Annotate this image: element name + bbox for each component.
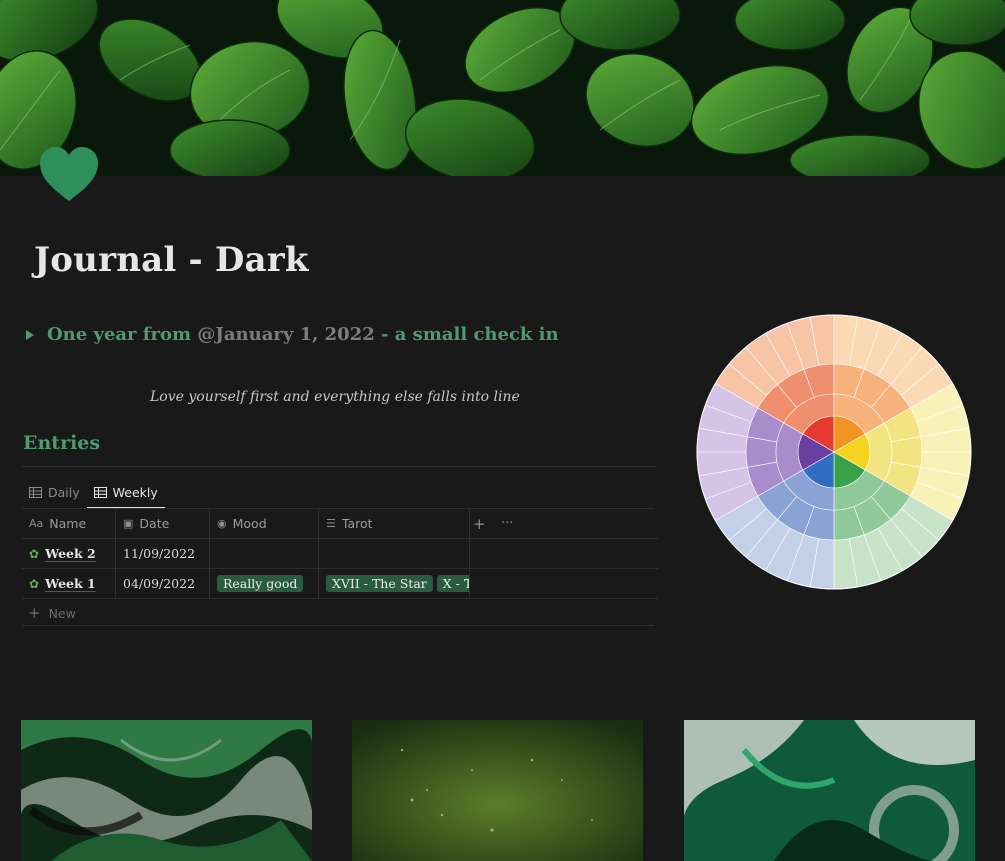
column-header-tarot[interactable]: ☰ Tarot — [318, 509, 470, 539]
row-name[interactable]: Week 1 — [45, 576, 96, 591]
more-options-button[interactable]: ··· — [501, 509, 513, 538]
column-header-name[interactable]: Aa Name — [22, 509, 116, 539]
green-marble-image[interactable] — [21, 720, 312, 861]
select-icon: ◉ — [217, 517, 227, 530]
column-date-label: Date — [139, 516, 170, 531]
tarot-tag: XVII - The Star — [326, 575, 433, 592]
column-header-date[interactable]: ▣ Date — [115, 509, 210, 539]
toggle-heading: One year from @January 1, 2022 - a small… — [47, 324, 559, 345]
page-title[interactable]: Journal - Dark — [34, 240, 309, 280]
tab-weekly-label: Weekly — [112, 484, 158, 500]
plant-icon: ✿ — [29, 577, 40, 591]
tarot-tag: X - The — [436, 575, 469, 592]
row-name-cell[interactable]: ✿ Week 2 — [22, 538, 116, 569]
entries-heading: Entries — [23, 432, 101, 454]
green-texture-image[interactable] — [352, 720, 643, 861]
new-row-label: New — [48, 605, 76, 621]
quote-text: Love yourself first and everything else … — [150, 389, 520, 405]
column-header-mood[interactable]: ◉ Mood — [209, 509, 319, 539]
toggle-suffix: - a small check in — [374, 324, 559, 345]
table-row[interactable]: ✿ Week 2 11/09/2022 — [22, 538, 658, 569]
tab-daily[interactable]: Daily — [22, 476, 87, 508]
column-tarot-label: Tarot — [341, 516, 373, 531]
table-header-row: Aa Name ▣ Date ◉ Mood ☰ Tarot — [22, 509, 658, 539]
table-row[interactable]: ✿ Week 1 04/09/2022 Really good XVII - Th… — [22, 568, 658, 599]
new-row-button[interactable]: + New — [28, 604, 76, 622]
row-mood[interactable]: Really good — [209, 568, 319, 599]
divider — [22, 466, 656, 467]
cover-image[interactable] — [0, 0, 1005, 176]
list-icon: ☰ — [326, 517, 336, 530]
row-spacer — [469, 538, 658, 569]
emotion-wheel-image[interactable] — [696, 314, 972, 590]
row-name-cell[interactable]: ✿ Week 1 — [22, 568, 116, 599]
row-date[interactable]: 04/09/2022 — [115, 568, 210, 599]
row-tarot[interactable]: XVII - The StarX - The — [318, 568, 470, 599]
add-property-button[interactable]: + — [473, 509, 486, 538]
green-swirl-image[interactable] — [684, 720, 975, 861]
table-icon — [93, 486, 107, 498]
text-icon: Aa — [29, 517, 44, 530]
row-mood[interactable] — [209, 538, 319, 569]
column-name-label: Name — [49, 516, 87, 531]
entries-table: Aa Name ▣ Date ◉ Mood ☰ Tarot ✿ Week 2 11/09/… — [22, 509, 658, 599]
column-header-spacer — [470, 509, 659, 539]
row-date[interactable]: 11/09/2022 — [115, 538, 210, 569]
table-bottom-divider — [22, 625, 654, 626]
table-icon — [29, 486, 42, 498]
mood-tag: Really good — [217, 575, 304, 592]
tab-daily-label: Daily — [48, 484, 80, 500]
toggle-prefix: One year from — [47, 324, 198, 345]
heart-icon[interactable] — [38, 146, 100, 202]
calendar-icon: ▣ — [123, 517, 134, 530]
column-mood-label: Mood — [232, 516, 267, 531]
date-mention[interactable]: @January 1, 2022 — [197, 324, 374, 345]
toggle-arrow-icon[interactable] — [26, 329, 34, 340]
plant-icon: ✿ — [29, 547, 40, 561]
row-spacer — [469, 568, 658, 599]
view-tabs: Daily Weekly — [22, 476, 165, 509]
check-in-toggle[interactable]: One year from @January 1, 2022 - a small… — [26, 324, 559, 345]
tab-weekly[interactable]: Weekly — [86, 476, 165, 509]
row-name[interactable]: Week 2 — [45, 546, 96, 561]
row-tarot[interactable] — [318, 538, 470, 569]
plus-icon: + — [28, 604, 41, 622]
